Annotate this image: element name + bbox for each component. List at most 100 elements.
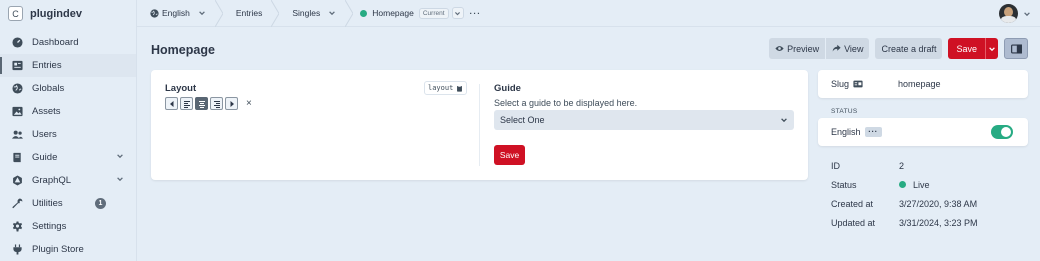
meta-key: ID <box>831 160 840 171</box>
preview-button[interactable]: Preview <box>769 38 827 59</box>
site-status-more-button[interactable]: ··· <box>864 127 882 137</box>
globe-icon <box>12 83 23 94</box>
brand[interactable]: C plugindev <box>0 0 136 27</box>
nav-label: GraphQL <box>32 175 72 186</box>
more-actions-button[interactable]: ··· <box>470 8 482 18</box>
view-label: View <box>844 43 864 54</box>
meta-row-updated: Updated at 3/31/2024, 3:23 PM <box>831 213 978 232</box>
site-menu[interactable]: English <box>137 0 215 27</box>
meta-value: Live <box>913 179 930 190</box>
save-button[interactable]: Save <box>948 38 985 59</box>
breadcrumb-label: Entries <box>235 8 263 18</box>
nav-label: Users <box>32 129 57 140</box>
guide-save-button[interactable]: Save <box>494 145 525 165</box>
book-icon <box>12 152 23 163</box>
guide-description: Select a guide to be displayed here. <box>494 98 638 108</box>
guide-select-value: Select One <box>500 115 545 125</box>
align-right-button[interactable] <box>210 97 223 110</box>
plug-icon <box>12 244 23 255</box>
enabled-toggle[interactable] <box>991 125 1013 139</box>
page-title: Homepage <box>151 43 215 57</box>
nav-item-graphql[interactable]: GraphQL <box>0 169 136 192</box>
save-label: Save <box>956 43 977 54</box>
arrow-left-button[interactable] <box>165 97 178 110</box>
view-button[interactable]: View <box>826 38 870 59</box>
site-badge: C <box>8 6 23 21</box>
breadcrumb-label: Homepage <box>372 8 414 18</box>
meta-value: 3/31/2024, 3:23 PM <box>899 217 978 228</box>
gauge-icon <box>12 37 23 48</box>
status-heading: STATUS <box>831 108 858 115</box>
clear-button[interactable]: × <box>246 98 252 109</box>
breadcrumb-label: Singles <box>292 8 321 18</box>
breadcrumb-separator <box>270 0 280 27</box>
meta-key: Updated at <box>831 217 876 228</box>
nav-label: Plugin Store <box>32 244 84 255</box>
nav-label: Utilities <box>32 198 63 209</box>
nav-label: Assets <box>32 106 61 117</box>
field-handle[interactable]: layout <box>424 81 468 95</box>
breadcrumb-entries[interactable]: Entries <box>223 0 271 27</box>
nav-label: Dashboard <box>32 37 79 48</box>
nav-label: Settings <box>32 221 67 232</box>
gear-icon <box>12 221 23 232</box>
chevron-down-icon[interactable] <box>116 175 124 186</box>
share-arrow-icon <box>832 44 841 52</box>
graphql-icon <box>12 175 23 186</box>
meta-row-id: ID 2 <box>831 156 978 175</box>
live-status-dot <box>899 181 906 188</box>
align-center-button[interactable] <box>195 97 208 110</box>
revision-menu-button[interactable] <box>451 7 464 19</box>
field-handle-text: layout <box>428 84 454 92</box>
toggle-details-button[interactable] <box>1004 38 1028 59</box>
avatar[interactable] <box>999 4 1018 23</box>
slug-label: Slug <box>831 79 850 89</box>
meta-value-wrap: Live <box>899 180 930 190</box>
layout-label: Layout <box>165 83 197 94</box>
eye-icon <box>775 46 784 51</box>
meta-key: Status <box>831 179 857 190</box>
chevron-down-icon <box>198 9 206 17</box>
clipboard-icon <box>457 84 463 92</box>
breadcrumb-singles[interactable]: Singles <box>279 0 345 27</box>
nav-item-assets[interactable]: Assets <box>0 100 136 123</box>
breadcrumb-separator <box>214 0 224 27</box>
chevron-down-icon[interactable] <box>116 152 124 163</box>
main-nav: Dashboard Entries Globals Assets Users G… <box>0 31 136 261</box>
chevron-down-icon[interactable] <box>1023 10 1031 20</box>
wrench-icon <box>12 198 23 209</box>
layout-field: Layout <box>165 83 465 94</box>
arrow-right-button[interactable] <box>225 97 238 110</box>
column-divider <box>479 84 480 166</box>
align-left-icon <box>183 100 190 108</box>
nav-item-utilities[interactable]: Utilities 1 <box>0 192 136 215</box>
preview-label: Preview <box>787 43 820 54</box>
chevron-down-icon <box>328 9 336 17</box>
chevron-down-icon <box>989 46 995 51</box>
sidebar-toggle-icon <box>1010 43 1022 54</box>
align-left-button[interactable] <box>180 97 193 110</box>
meta-value: 3/27/2020, 9:38 AM <box>899 198 978 209</box>
triangle-left-icon <box>169 100 173 107</box>
nav-label: Entries <box>32 60 62 71</box>
site-menu-label: English <box>162 8 190 18</box>
guide-select[interactable]: Select One <box>494 110 794 130</box>
nav-item-dashboard[interactable]: Dashboard <box>0 31 136 54</box>
nav-item-globals[interactable]: Globals <box>0 77 136 100</box>
slug-label-wrap: Slug <box>831 79 898 89</box>
id-card-icon <box>853 80 863 88</box>
users-icon <box>12 129 23 140</box>
slug-input[interactable]: homepage <box>898 79 941 89</box>
meta-info: ID 2 Status Live Created at 3/27/2020, 9… <box>831 156 978 232</box>
globe-icon <box>150 8 159 18</box>
nav-item-plugin-store[interactable]: Plugin Store <box>0 238 136 261</box>
nav-item-entries[interactable]: Entries <box>0 54 136 77</box>
nav-item-guide[interactable]: Guide <box>0 146 136 169</box>
save-menu-button[interactable] <box>985 38 998 59</box>
nav-item-users[interactable]: Users <box>0 123 136 146</box>
layout-toolbar: × <box>165 97 252 110</box>
create-draft-button[interactable]: Create a draft <box>875 38 943 59</box>
newspaper-icon <box>12 60 23 71</box>
nav-item-settings[interactable]: Settings <box>0 215 136 238</box>
triangle-right-icon <box>230 100 234 107</box>
